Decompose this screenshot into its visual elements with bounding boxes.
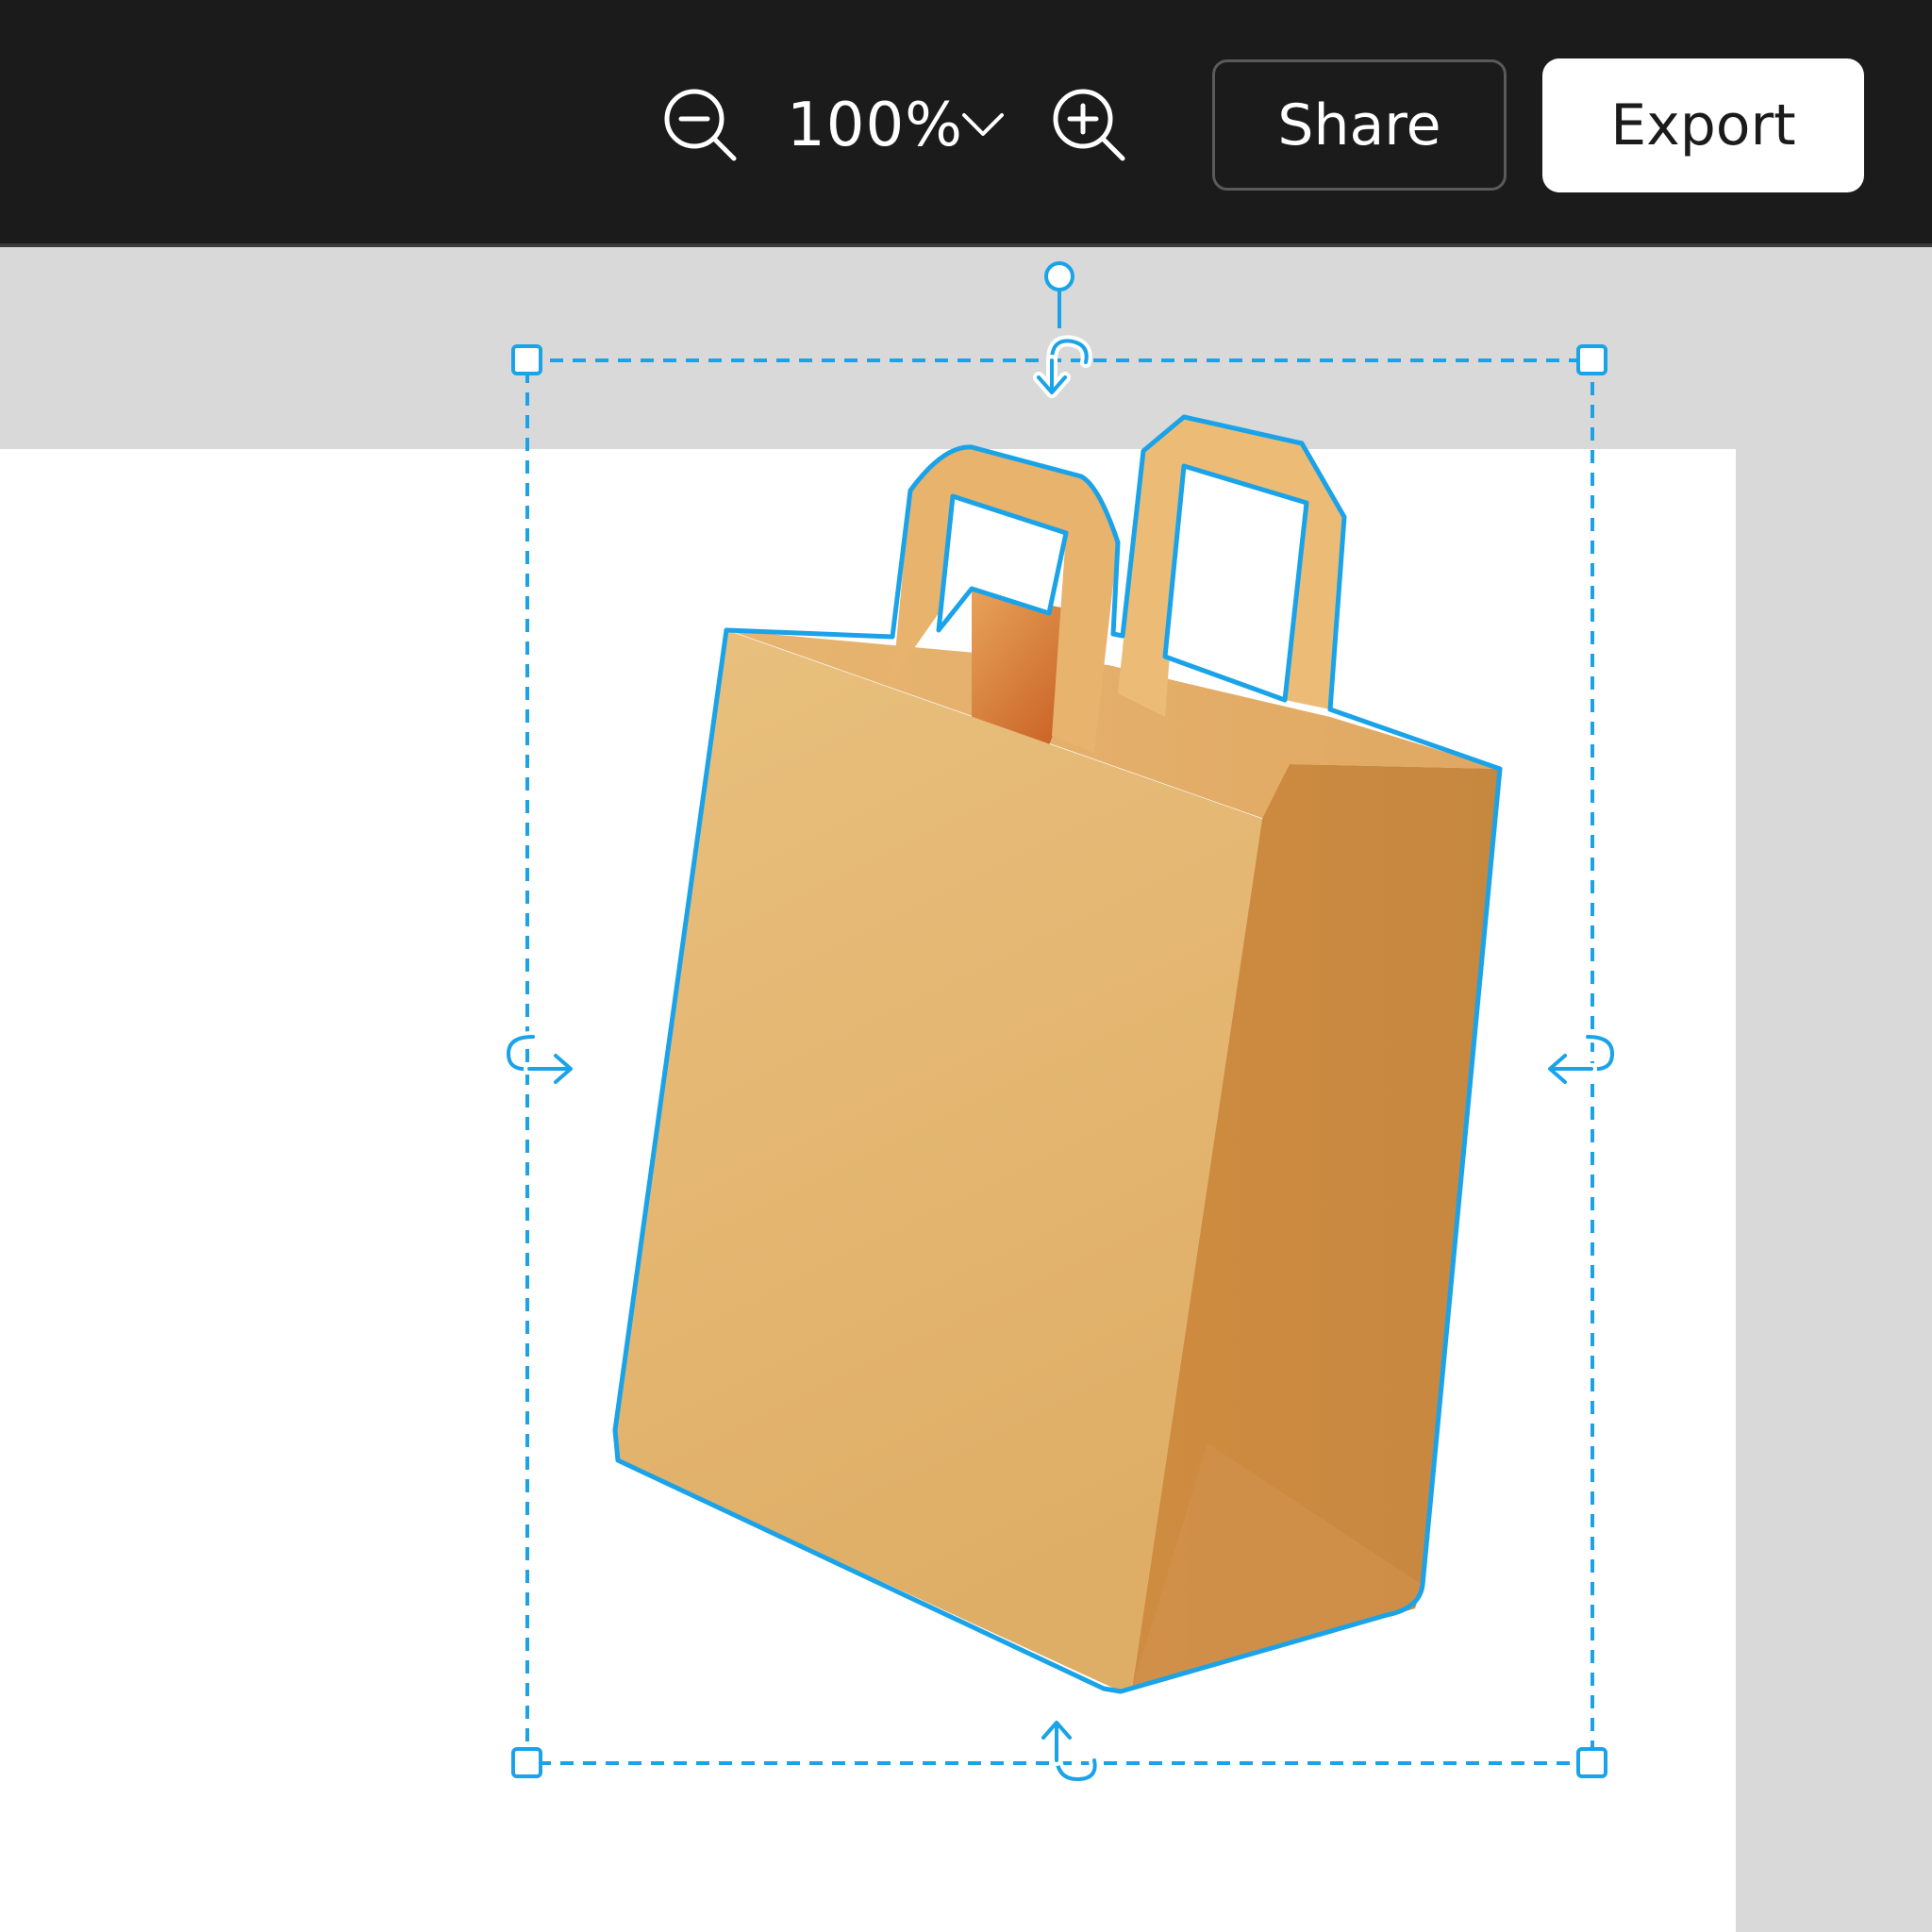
curved-arrow-icon[interactable] [1033,335,1092,398]
zoom-level[interactable]: 100% [787,85,963,166]
top-toolbar: 100% Share Export [0,0,1932,247]
chevron-down-icon [962,113,1004,136]
share-button[interactable]: Share [1212,59,1507,191]
resize-handle-top-right[interactable] [1576,344,1607,375]
rotate-handle[interactable] [1044,261,1074,291]
zoom-out-button[interactable] [660,85,741,166]
zoom-in-icon [1053,89,1125,161]
resize-handle-top-left[interactable] [511,344,542,375]
zoom-dropdown[interactable] [958,89,1015,164]
front-handle-hole [1162,463,1309,703]
resize-handle-bottom-left[interactable] [511,1747,542,1778]
zoom-out-icon [664,89,737,161]
export-button[interactable]: Export [1542,58,1864,192]
resize-handle-bottom-right[interactable] [1576,1747,1607,1778]
zoom-in-button[interactable] [1049,85,1130,166]
